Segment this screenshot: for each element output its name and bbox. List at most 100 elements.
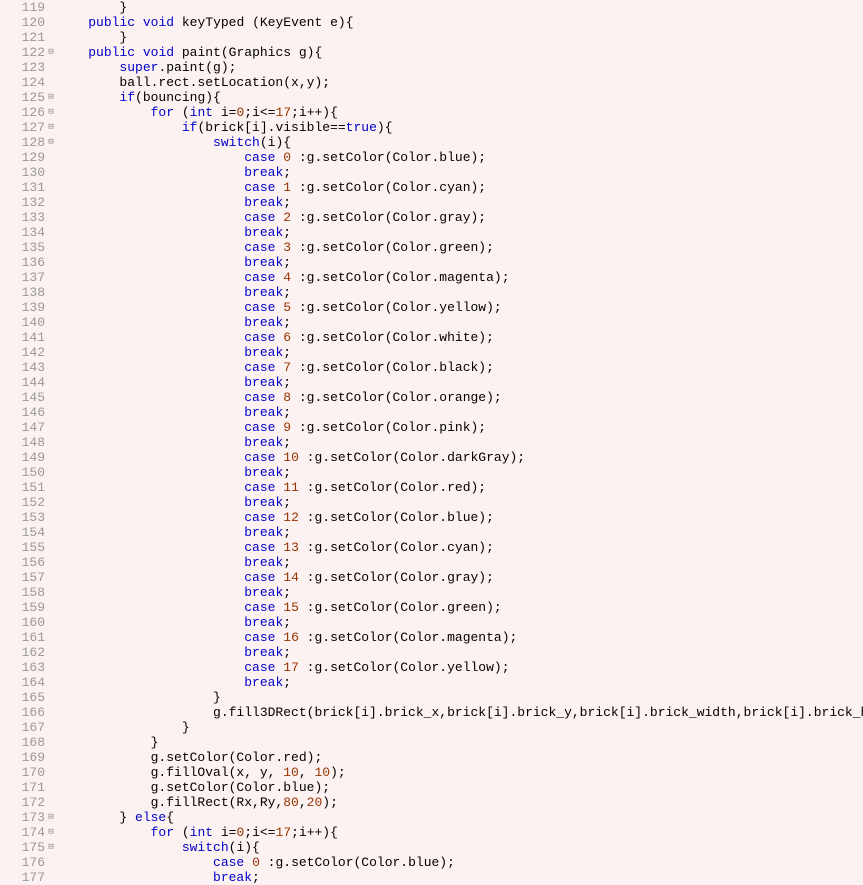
line-number: 141	[0, 330, 45, 345]
code-line: case 11 :g.setColor(Color.red);	[57, 480, 863, 495]
line-number: 148	[0, 435, 45, 450]
line-number: 152	[0, 495, 45, 510]
line-number: 127	[0, 120, 45, 135]
line-number: 167	[0, 720, 45, 735]
fold-marker[interactable]: ⊟	[45, 840, 57, 855]
code-line: break;	[57, 585, 863, 600]
fold-marker	[45, 0, 57, 15]
fold-marker	[45, 300, 57, 315]
code-line: break;	[57, 165, 863, 180]
line-number: 124	[0, 75, 45, 90]
code-line: break;	[57, 285, 863, 300]
fold-marker	[45, 405, 57, 420]
code-line: super.paint(g);	[57, 60, 863, 75]
code-line: break;	[57, 195, 863, 210]
line-number: 171	[0, 780, 45, 795]
code-editor: 1191201211221231241251261271281291301311…	[0, 0, 863, 885]
code-line: break;	[57, 495, 863, 510]
line-number: 174	[0, 825, 45, 840]
line-number: 120	[0, 15, 45, 30]
line-number: 130	[0, 165, 45, 180]
fold-marker[interactable]: ⊟	[45, 810, 57, 825]
fold-marker	[45, 225, 57, 240]
fold-marker	[45, 615, 57, 630]
fold-marker	[45, 780, 57, 795]
line-number: 150	[0, 465, 45, 480]
fold-marker	[45, 600, 57, 615]
code-line: g.fillOval(x, y, 10, 10);	[57, 765, 863, 780]
fold-marker	[45, 285, 57, 300]
fold-gutter[interactable]: ⊟ ⊟⊟⊟⊟ ⊟⊟⊟	[45, 0, 57, 885]
line-number: 175	[0, 840, 45, 855]
code-line: case 3 :g.setColor(Color.green);	[57, 240, 863, 255]
line-number: 170	[0, 765, 45, 780]
code-line: case 2 :g.setColor(Color.gray);	[57, 210, 863, 225]
fold-marker	[45, 360, 57, 375]
line-number: 119	[0, 0, 45, 15]
fold-marker	[45, 495, 57, 510]
line-number: 139	[0, 300, 45, 315]
fold-marker	[45, 570, 57, 585]
fold-marker	[45, 165, 57, 180]
fold-marker	[45, 585, 57, 600]
line-number: 155	[0, 540, 45, 555]
code-line: case 9 :g.setColor(Color.pink);	[57, 420, 863, 435]
code-line: }	[57, 735, 863, 750]
fold-marker[interactable]: ⊟	[45, 105, 57, 120]
fold-marker	[45, 15, 57, 30]
code-area[interactable]: } public void keyTyped (KeyEvent e){ } p…	[57, 0, 863, 885]
fold-marker	[45, 630, 57, 645]
fold-marker	[45, 525, 57, 540]
code-line: ball.rect.setLocation(x,y);	[57, 75, 863, 90]
line-number: 135	[0, 240, 45, 255]
line-number: 123	[0, 60, 45, 75]
code-line: public void paint(Graphics g){	[57, 45, 863, 60]
line-number: 163	[0, 660, 45, 675]
line-number: 149	[0, 450, 45, 465]
fold-marker	[45, 150, 57, 165]
fold-marker	[45, 30, 57, 45]
line-number: 125	[0, 90, 45, 105]
fold-marker[interactable]: ⊟	[45, 45, 57, 60]
code-line: break;	[57, 345, 863, 360]
fold-marker	[45, 195, 57, 210]
code-line: }	[57, 0, 863, 15]
code-line: break;	[57, 870, 863, 885]
fold-marker	[45, 180, 57, 195]
line-number: 157	[0, 570, 45, 585]
fold-marker	[45, 720, 57, 735]
fold-marker	[45, 75, 57, 90]
fold-marker[interactable]: ⊟	[45, 825, 57, 840]
line-number: 173	[0, 810, 45, 825]
line-number: 131	[0, 180, 45, 195]
line-number-gutter: 1191201211221231241251261271281291301311…	[0, 0, 45, 885]
code-line: case 6 :g.setColor(Color.white);	[57, 330, 863, 345]
fold-marker	[45, 390, 57, 405]
code-line: case 10 :g.setColor(Color.darkGray);	[57, 450, 863, 465]
line-number: 165	[0, 690, 45, 705]
code-line: break;	[57, 465, 863, 480]
line-number: 143	[0, 360, 45, 375]
fold-marker	[45, 735, 57, 750]
code-line: g.setColor(Color.red);	[57, 750, 863, 765]
code-line: g.fill3DRect(brick[i].brick_x,brick[i].b…	[57, 705, 863, 720]
line-number: 161	[0, 630, 45, 645]
fold-marker	[45, 510, 57, 525]
fold-marker	[45, 60, 57, 75]
code-line: public void keyTyped (KeyEvent e){	[57, 15, 863, 30]
fold-marker[interactable]: ⊟	[45, 120, 57, 135]
code-line: case 0 :g.setColor(Color.blue);	[57, 855, 863, 870]
code-line: case 7 :g.setColor(Color.black);	[57, 360, 863, 375]
line-number: 136	[0, 255, 45, 270]
fold-marker[interactable]: ⊟	[45, 90, 57, 105]
fold-marker[interactable]: ⊟	[45, 135, 57, 150]
fold-marker	[45, 870, 57, 885]
fold-marker	[45, 330, 57, 345]
code-line: if(bouncing){	[57, 90, 863, 105]
line-number: 162	[0, 645, 45, 660]
code-line: case 15 :g.setColor(Color.green);	[57, 600, 863, 615]
code-line: break;	[57, 645, 863, 660]
code-line: case 17 :g.setColor(Color.yellow);	[57, 660, 863, 675]
code-line: } else{	[57, 810, 863, 825]
code-line: case 8 :g.setColor(Color.orange);	[57, 390, 863, 405]
